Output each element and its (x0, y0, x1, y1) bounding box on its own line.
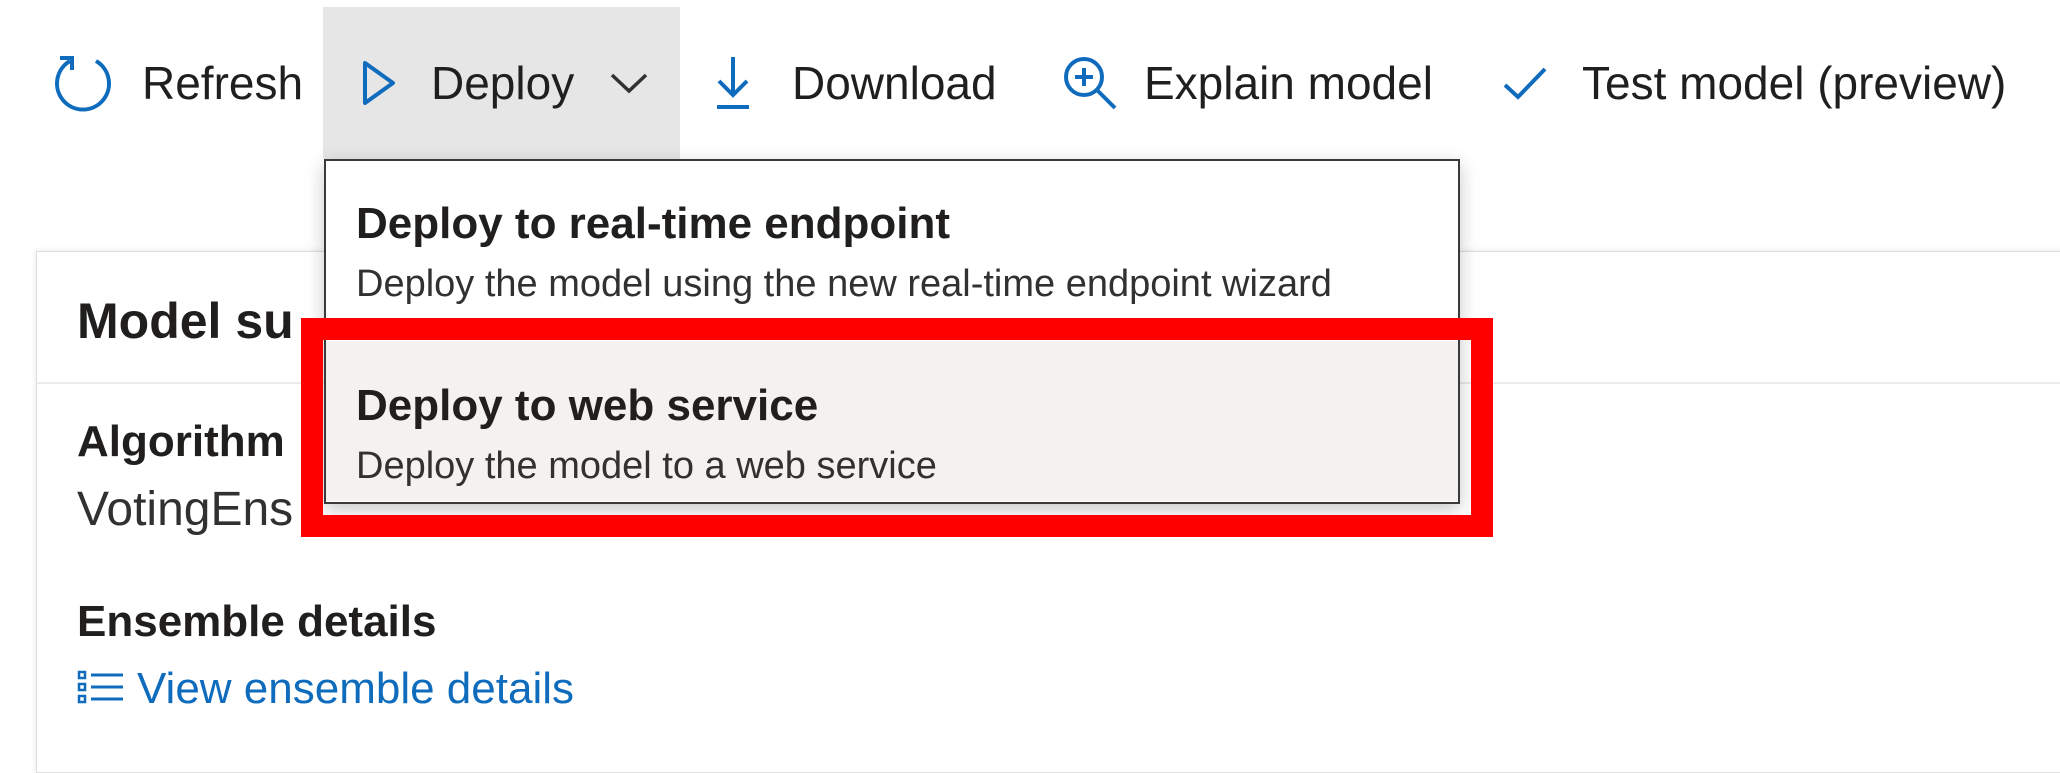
checkmark-icon (1502, 63, 1548, 103)
download-button[interactable]: Download (712, 7, 997, 159)
explain-model-button[interactable]: Explain model (1060, 7, 1433, 159)
zoom-in-icon (1060, 53, 1120, 113)
chevron-down-icon[interactable] (608, 68, 650, 98)
play-icon (359, 58, 399, 108)
highlight-box (301, 318, 1493, 537)
view-ensemble-details-link[interactable]: View ensemble details (77, 664, 574, 714)
refresh-icon (50, 50, 116, 116)
algorithm-label: Algorithm (77, 417, 285, 466)
card-title: Model su (77, 293, 294, 349)
menu-item-description: Deploy the model using the new real-time… (356, 263, 1332, 305)
refresh-label: Refresh (142, 57, 304, 109)
menu-item-deploy-realtime-endpoint[interactable]: Deploy to real-time endpoint Deploy the … (326, 161, 1458, 331)
command-bar: Refresh Deploy Download Explain model Te… (0, 7, 2060, 159)
test-model-label: Test model (preview) (1582, 57, 2007, 109)
deploy-button[interactable]: Deploy (323, 7, 680, 159)
test-model-button[interactable]: Test model (preview) (1502, 7, 2006, 159)
download-label: Download (792, 57, 997, 109)
download-icon (712, 52, 754, 114)
refresh-button[interactable]: Refresh (50, 7, 303, 159)
view-ensemble-details-label: View ensemble details (137, 664, 574, 713)
algorithm-value: VotingEns (77, 483, 294, 536)
menu-item-title: Deploy to real-time endpoint (356, 199, 951, 248)
ensemble-details-label: Ensemble details (77, 597, 437, 646)
list-icon (77, 669, 127, 709)
deploy-label: Deploy (431, 57, 575, 109)
explain-model-label: Explain model (1144, 57, 1433, 109)
